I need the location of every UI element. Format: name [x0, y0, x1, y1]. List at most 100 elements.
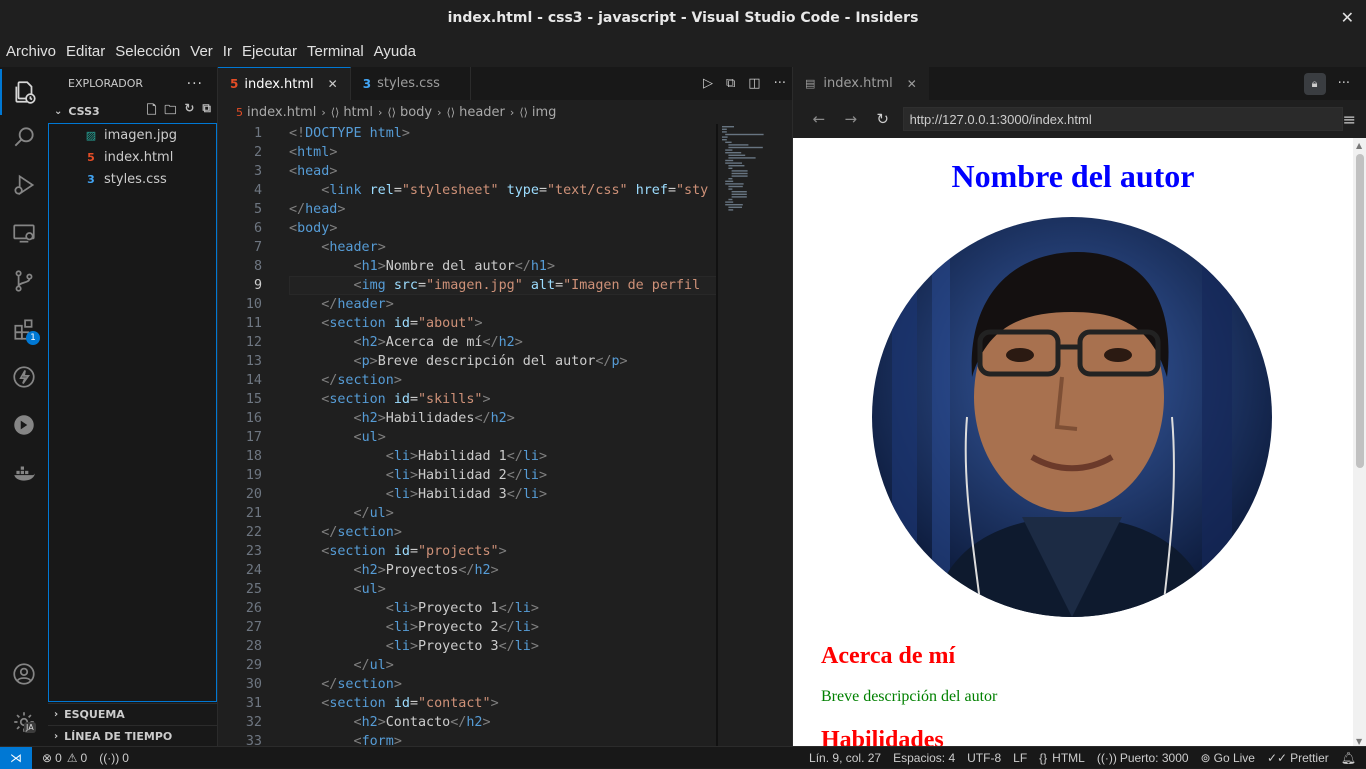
more-actions-icon[interactable]: ··· — [187, 76, 203, 92]
code-line[interactable]: 20 <li>Habilidad 3</li> — [218, 485, 718, 504]
go-live-button[interactable]: ⊚ Go Live — [1201, 751, 1255, 765]
menu-editar[interactable]: Editar — [62, 43, 109, 60]
forward-arrow-icon[interactable]: → — [835, 110, 867, 128]
notifications-bell-icon[interactable]: 🔔︎ — [1341, 751, 1356, 765]
reload-icon[interactable]: ↻ — [867, 110, 899, 128]
extensions-icon[interactable]: 1 — [0, 306, 48, 352]
settings-gear-icon[interactable]: JA — [0, 699, 48, 745]
back-arrow-icon[interactable]: ← — [803, 110, 835, 128]
code-line[interactable]: 23 <section id="projects"> — [218, 542, 718, 561]
code-line[interactable]: 7 <header> — [218, 238, 718, 257]
run-debug-icon[interactable] — [0, 162, 48, 208]
outline-section[interactable]: › ESQUEMA — [48, 703, 217, 725]
code-line[interactable]: 3 <head> — [218, 162, 718, 181]
code-line[interactable]: 32 <h2>Contacto</h2> — [218, 713, 718, 732]
code-line[interactable]: 15 <section id="skills"> — [218, 390, 718, 409]
code-editor[interactable]: 1 <!DOCTYPE html> 2 <html> 3 <head> 4 <link re… — [218, 124, 718, 746]
code-line[interactable]: 11 <section id="about"> — [218, 314, 718, 333]
close-icon[interactable]: ✕ — [328, 77, 338, 91]
breadcrumb-item[interactable]: html — [343, 105, 373, 120]
code-line[interactable]: 1 <!DOCTYPE html> — [218, 124, 718, 143]
code-line[interactable]: 21 </ul> — [218, 504, 718, 523]
code-line[interactable]: 26 <li>Proyecto 1</li> — [218, 599, 718, 618]
code-line[interactable]: 12 <h2>Acerca de mí</h2> — [218, 333, 718, 352]
language-mode[interactable]: {} HTML — [1039, 751, 1085, 765]
menu-terminal[interactable]: Terminal — [303, 43, 368, 60]
more-actions-icon[interactable]: ··· — [1338, 76, 1350, 91]
split-editor-icon[interactable]: ◫ — [748, 76, 760, 91]
collapse-all-icon[interactable]: ⧉ — [202, 101, 211, 122]
code-line[interactable]: 5 </head> — [218, 200, 718, 219]
scroll-down-icon[interactable]: ▼ — [1356, 737, 1362, 746]
code-line[interactable]: 30 </section> — [218, 675, 718, 694]
code-line[interactable]: 14 </section> — [218, 371, 718, 390]
code-line[interactable]: 29 </ul> — [218, 656, 718, 675]
breadcrumb-item[interactable]: img — [532, 105, 557, 120]
code-line[interactable]: 25 <ul> — [218, 580, 718, 599]
more-actions-icon[interactable]: ··· — [774, 76, 786, 91]
live-share-icon[interactable] — [0, 402, 48, 448]
code-line[interactable]: 24 <h2>Proyectos</h2> — [218, 561, 718, 580]
url-input[interactable]: http://127.0.0.1:3000/index.html — [902, 107, 1343, 131]
breadcrumb-item[interactable]: header — [459, 105, 505, 120]
file-item-imagen[interactable]: ▨ imagen.jpg — [49, 124, 216, 146]
code-line[interactable]: 8 <h1>Nombre del autor</h1> — [218, 257, 718, 276]
preview-tab[interactable]: ▤ index.html ✕ — [793, 67, 929, 100]
code-line[interactable]: 27 <li>Proyecto 2</li> — [218, 618, 718, 637]
code-line[interactable]: 16 <h2>Habilidades</h2> — [218, 409, 718, 428]
lightning-icon[interactable] — [0, 354, 48, 400]
code-line[interactable]: 4 <link rel="stylesheet" type="text/css"… — [218, 181, 718, 200]
breadcrumb-item[interactable]: body — [400, 105, 432, 120]
menu-ir[interactable]: Ir — [219, 43, 236, 60]
folder-header[interactable]: ⌄ CSS3 🗋 🗀 ↻ ⧉ — [48, 100, 217, 122]
new-folder-icon[interactable]: 🗀 — [164, 101, 176, 122]
ports-indicator[interactable]: ((·)) 0 — [99, 751, 129, 765]
scrollbar-thumb[interactable] — [1356, 154, 1364, 468]
breadcrumb-item[interactable]: index.html — [247, 105, 316, 120]
problems-indicator[interactable]: ⊗ 0 ⚠ 0 — [42, 751, 87, 765]
code-line[interactable]: 18 <li>Habilidad 1</li> — [218, 447, 718, 466]
tab-styles-css[interactable]: 3 styles.css — [351, 67, 471, 100]
prettier-button[interactable]: ✓✓ Prettier — [1267, 751, 1329, 765]
menu-ayuda[interactable]: Ayuda — [370, 43, 420, 60]
cursor-position[interactable]: Lín. 9, col. 27 — [809, 751, 881, 765]
minimap[interactable] — [718, 124, 778, 244]
menu-ejecutar[interactable]: Ejecutar — [238, 43, 301, 60]
code-line[interactable]: 28 <li>Proyecto 3</li> — [218, 637, 718, 656]
explorer-icon[interactable] — [0, 69, 48, 115]
code-line[interactable]: 9 <img src="imagen.jpg" alt="Imagen de p… — [218, 276, 718, 295]
encoding[interactable]: UTF-8 — [967, 751, 1001, 765]
code-line[interactable]: 2 <html> — [218, 143, 718, 162]
search-icon[interactable] — [0, 114, 48, 160]
code-line[interactable]: 13 <p>Breve descripción del autor</p> — [218, 352, 718, 371]
scroll-up-icon[interactable]: ▲ — [1356, 141, 1362, 150]
code-line[interactable]: 6 <body> — [218, 219, 718, 238]
code-line[interactable]: 17 <ul> — [218, 428, 718, 447]
code-line[interactable]: 19 <li>Habilidad 2</li> — [218, 466, 718, 485]
window-close-button[interactable]: ✕ — [1341, 8, 1354, 27]
end-of-line[interactable]: LF — [1013, 751, 1027, 765]
menu-seleccion[interactable]: Selección — [111, 43, 184, 60]
timeline-section[interactable]: › LÍNEA DE TIEMPO — [48, 725, 217, 747]
code-line[interactable]: 10 </header> — [218, 295, 718, 314]
account-icon[interactable] — [0, 651, 48, 697]
close-icon[interactable]: ✕ — [907, 77, 917, 91]
menu-ver[interactable]: Ver — [186, 43, 217, 60]
run-icon[interactable]: ▷ — [703, 76, 713, 91]
code-line[interactable]: 33 <form> — [218, 732, 718, 746]
port-indicator[interactable]: ((·)) Puerto: 3000 — [1097, 751, 1189, 765]
indentation[interactable]: Espacios: 4 — [893, 751, 955, 765]
file-item-styles[interactable]: 3 styles.css — [49, 168, 216, 190]
code-line[interactable]: 22 </section> — [218, 523, 718, 542]
lock-icon[interactable]: 🔒︎ — [1303, 72, 1326, 95]
docker-icon[interactable] — [0, 450, 48, 496]
file-item-index[interactable]: 5 index.html — [49, 146, 216, 168]
open-preview-icon[interactable]: ⧉ — [726, 76, 735, 91]
remote-explorer-icon[interactable] — [0, 210, 48, 256]
refresh-icon[interactable]: ↻ — [184, 101, 194, 122]
preview-scrollbar[interactable]: ▲ ▼ — [1353, 138, 1366, 746]
remote-indicator-icon[interactable]: ⋊ — [0, 746, 32, 769]
new-file-icon[interactable]: 🗋 — [147, 101, 157, 122]
hamburger-menu-icon[interactable]: ≡ — [1343, 110, 1356, 129]
source-control-icon[interactable] — [0, 258, 48, 304]
